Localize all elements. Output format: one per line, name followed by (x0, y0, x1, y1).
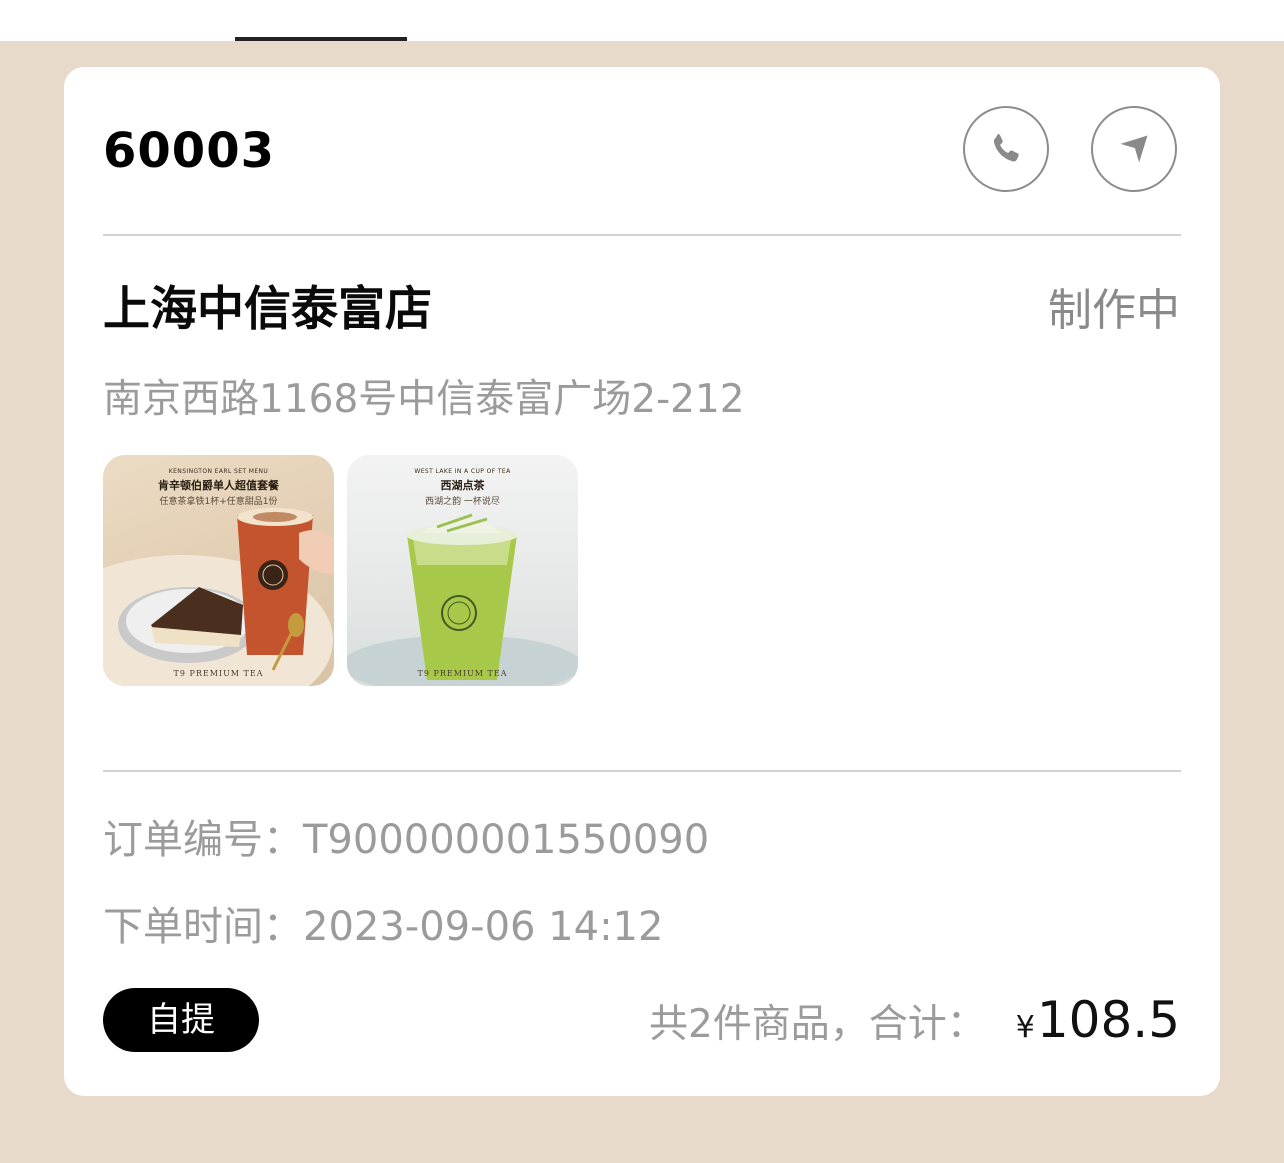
product-title-cn: 肯辛顿伯爵单人超值套餐 (158, 479, 279, 492)
active-tab-indicator (235, 37, 407, 41)
total-amount: 108.5 (1036, 991, 1180, 1049)
product-subtitle: 任意茶拿铁1杯+任意甜品1份 (159, 497, 278, 507)
product-image-west-lake-tea: WEST LAKE IN A CUP OF TEA 西湖点茶 西湖之韵 一杯说尽… (347, 455, 578, 686)
navigate-button[interactable] (1091, 106, 1177, 192)
details-divider (103, 770, 1181, 772)
order-number-row: 订单编号：T900000001550090 (103, 812, 709, 868)
order-status: 制作中 (1048, 285, 1180, 336)
phone-icon (993, 134, 1019, 162)
top-tab-bar (0, 0, 1284, 41)
product-title-en: KENSINGTON EARL SET MENU (168, 468, 269, 475)
order-time-label: 下单时间： (103, 904, 303, 950)
call-store-button[interactable] (963, 106, 1049, 192)
summary-text: 共2件商品，合计： (648, 1002, 986, 1047)
order-number-label: 订单编号： (103, 817, 303, 863)
store-address: 南京西路1168号中信泰富广场2-212 (103, 377, 745, 422)
header-divider (103, 234, 1181, 236)
order-summary: 共2件商品，合计： ¥ 108.5 (649, 991, 1180, 1049)
product-title-cn: 西湖点茶 (440, 479, 485, 492)
order-time-value: 2023-09-06 14:12 (303, 904, 664, 950)
product-image-set-menu: KENSINGTON EARL SET MENU 肯辛顿伯爵单人超值套餐 任意茶… (103, 455, 334, 686)
pickup-code: 60003 (103, 123, 275, 179)
currency-symbol: ¥ (1015, 1010, 1035, 1045)
product-subtitle: 西湖之韵 一杯说尽 (425, 497, 500, 507)
order-time-row: 下单时间：2023-09-06 14:12 (103, 899, 663, 955)
product-title-en: WEST LAKE IN A CUP OF TEA (414, 468, 511, 475)
product-brand-footer: T9 PREMIUM TEA (173, 669, 264, 678)
navigation-arrow-icon (1120, 135, 1148, 163)
product-brand-footer: T9 PREMIUM TEA (417, 669, 508, 678)
pickup-mode-badge: 自提 (103, 988, 259, 1052)
store-name: 上海中信泰富店 (103, 282, 432, 337)
order-number-value: T900000001550090 (303, 817, 710, 863)
order-card[interactable]: 60003 上海中信泰富店 制作中 南京西路1168号中信泰富广场2-212 K… (64, 67, 1220, 1096)
